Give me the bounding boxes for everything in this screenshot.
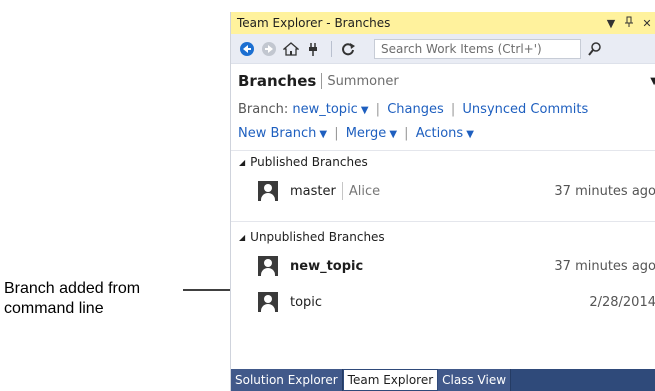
page-header: Branches Summoner ▼: [231, 64, 655, 98]
new-branch-link[interactable]: New Branch: [238, 126, 316, 141]
branch-author: Alice: [348, 183, 381, 199]
toolbar: Search Work Items (Ctrl+'): [231, 34, 655, 64]
panel-title: Team Explorer - Branches: [237, 16, 391, 30]
link-separator: |: [375, 102, 381, 117]
branch-name: new_topic: [290, 258, 364, 274]
links-row-2: New Branch ▼ | Merge ▼ | Actions ▼: [238, 122, 655, 146]
branch-row-topic[interactable]: topic 2/28/2014: [231, 284, 655, 320]
link-separator: |: [450, 102, 456, 117]
branch-time: 37 minutes ago: [554, 258, 655, 274]
tab-team-explorer[interactable]: Team Explorer: [342, 369, 439, 391]
merge-link[interactable]: Merge: [346, 126, 387, 141]
merge-dropdown-icon[interactable]: ▼: [389, 129, 397, 140]
branch-row-master[interactable]: master Alice 37 minutes ago: [231, 173, 655, 209]
new-branch-dropdown-icon[interactable]: ▼: [319, 129, 327, 140]
collapse-triangle-icon[interactable]: ◢: [239, 158, 245, 167]
branch-time: 2/28/2014: [589, 294, 655, 310]
branch-dropdown-icon[interactable]: ▼: [361, 105, 369, 116]
home-icon[interactable]: [281, 39, 301, 59]
team-explorer-panel: Team Explorer - Branches ▼ ✕ Search Work…: [230, 12, 655, 391]
toolbar-separator: [331, 40, 332, 57]
link-separator: |: [334, 126, 339, 141]
actions-dropdown-icon[interactable]: ▼: [466, 129, 474, 140]
branch-label: Branch:: [238, 102, 289, 117]
project-name[interactable]: Summoner: [327, 74, 398, 89]
panel-titlebar: Team Explorer - Branches ▼ ✕: [231, 12, 655, 34]
current-branch-link[interactable]: new_topic: [292, 102, 357, 117]
page-title: Branches: [238, 72, 317, 90]
branch-time: 37 minutes ago: [554, 183, 655, 199]
close-icon[interactable]: ✕: [638, 17, 655, 30]
search-placeholder: Search Work Items (Ctrl+'): [381, 41, 542, 56]
published-branches-section: ◢ Published Branches master Alice 37 min…: [231, 151, 655, 222]
header-divider: [321, 73, 323, 89]
branch-avatar-icon: [258, 181, 278, 201]
changes-link[interactable]: Changes: [387, 102, 444, 117]
published-branches-header[interactable]: ◢ Published Branches: [231, 151, 655, 173]
branch-name: master: [290, 183, 336, 199]
refresh-icon[interactable]: [338, 39, 358, 59]
branch-row-new-topic[interactable]: new_topic 37 minutes ago: [231, 248, 655, 284]
unsynced-commits-link[interactable]: Unsynced Commits: [462, 102, 588, 117]
annotation-callout: Branch added from command line: [4, 279, 140, 319]
actions-link[interactable]: Actions: [416, 126, 464, 141]
bottom-tab-bar: Solution Explorer Team Explorer Class Vi…: [231, 369, 655, 391]
published-branches-title: Published Branches: [250, 155, 368, 169]
search-input[interactable]: Search Work Items (Ctrl+'): [374, 38, 581, 59]
branch-name: topic: [290, 294, 323, 310]
search-icon[interactable]: [587, 41, 603, 57]
tab-class-view[interactable]: Class View: [438, 369, 512, 391]
link-separator: |: [404, 126, 409, 141]
chevron-down-icon[interactable]: ▼: [650, 76, 655, 87]
dropdown-icon[interactable]: ▼: [602, 17, 620, 30]
back-icon[interactable]: [237, 39, 257, 59]
tab-solution-explorer[interactable]: Solution Explorer: [231, 369, 343, 391]
unpublished-branches-section: ◢ Unpublished Branches new_topic 37 minu…: [231, 226, 655, 320]
unpublished-branches-title: Unpublished Branches: [250, 230, 385, 244]
branch-avatar-icon: [258, 292, 278, 312]
links-row-1: Branch: new_topic ▼ | Changes | Unsynced …: [238, 98, 655, 122]
annotation-line-2: command line: [4, 300, 104, 317]
pin-icon[interactable]: [620, 16, 638, 31]
annotation-line-1: Branch added from: [4, 280, 141, 297]
branch-avatar-icon: [258, 256, 278, 276]
row-divider: [341, 182, 343, 200]
connect-icon[interactable]: [303, 39, 323, 59]
collapse-triangle-icon[interactable]: ◢: [239, 233, 245, 242]
unpublished-branches-header[interactable]: ◢ Unpublished Branches: [231, 226, 655, 248]
branch-links: Branch: new_topic ▼ | Changes | Unsynced …: [231, 98, 655, 151]
forward-icon[interactable]: [259, 39, 279, 59]
